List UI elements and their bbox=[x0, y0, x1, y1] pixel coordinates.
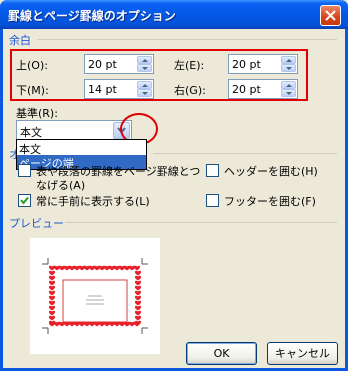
footer-checkbox[interactable] bbox=[206, 194, 219, 207]
basis-combobox[interactable]: 本文 bbox=[16, 120, 132, 140]
header-checkbox[interactable] bbox=[206, 164, 219, 177]
heart-mark bbox=[134, 270, 142, 276]
heart-mark bbox=[48, 285, 56, 291]
heart-mark bbox=[48, 315, 56, 321]
right-margin-label: 右(G): bbox=[174, 84, 206, 97]
right-margin-down-button[interactable] bbox=[281, 89, 296, 97]
window-title: 罫線とページ罫線のオプション bbox=[8, 9, 176, 23]
bottom-margin-up-button[interactable] bbox=[137, 81, 152, 89]
always-front-label: 常に手前に表示する(L) bbox=[36, 195, 150, 208]
left-margin-up-button[interactable] bbox=[281, 56, 296, 64]
heart-mark bbox=[48, 290, 56, 296]
basis-label: 基準(R): bbox=[16, 107, 58, 120]
bottom-margin-down-button[interactable] bbox=[137, 89, 152, 97]
top-margin-spinner[interactable]: 20 pt bbox=[84, 54, 154, 74]
heart-mark bbox=[134, 300, 142, 306]
left-margin-value[interactable]: 20 pt bbox=[232, 58, 261, 71]
top-margin-label: 上(O): bbox=[16, 59, 48, 72]
page-border-preview bbox=[42, 258, 148, 334]
basis-option-body[interactable]: 本文 bbox=[17, 141, 146, 156]
left-margin-spinner[interactable]: 20 pt bbox=[228, 54, 298, 74]
bottom-margin-spinner[interactable]: 14 pt bbox=[84, 79, 154, 99]
preview-pane bbox=[30, 238, 160, 354]
heart-mark bbox=[134, 290, 142, 296]
bottom-margin-value[interactable]: 14 pt bbox=[88, 83, 117, 96]
top-margin-value[interactable]: 20 pt bbox=[88, 58, 117, 71]
left-margin-down-button[interactable] bbox=[281, 64, 296, 72]
top-margin-down-button[interactable] bbox=[137, 64, 152, 72]
top-margin-up-button[interactable] bbox=[137, 56, 152, 64]
dialog-client: 余白 上(O): 20 pt 左(E): 20 pt 下(M): 14 pt 右… bbox=[3, 29, 345, 368]
heart-mark bbox=[133, 265, 141, 271]
heart-mark bbox=[134, 305, 142, 311]
heart-mark bbox=[134, 295, 142, 301]
options-group-divider bbox=[153, 153, 337, 154]
heart-mark bbox=[134, 275, 142, 281]
heart-mark bbox=[48, 275, 56, 281]
ok-button[interactable]: OK bbox=[186, 342, 257, 365]
cancel-button[interactable]: キャンセル bbox=[267, 342, 338, 365]
heart-mark bbox=[48, 305, 56, 311]
preview-group-title: プレビュー bbox=[9, 217, 64, 230]
close-icon bbox=[325, 10, 336, 21]
right-margin-up-button[interactable] bbox=[281, 81, 296, 89]
always-front-checkbox[interactable] bbox=[18, 194, 31, 207]
footer-label: フッターを囲む(F) bbox=[224, 195, 316, 208]
left-margin-label: 左(E): bbox=[174, 59, 205, 72]
margins-group-title: 余白 bbox=[9, 34, 31, 47]
surround-label-line2: なげる(A) bbox=[36, 179, 86, 192]
heart-mark bbox=[48, 300, 56, 306]
right-margin-value[interactable]: 20 pt bbox=[232, 83, 261, 96]
close-button[interactable] bbox=[320, 5, 341, 26]
heart-mark bbox=[134, 310, 142, 316]
heart-mark bbox=[134, 285, 142, 291]
heart-mark bbox=[48, 280, 56, 286]
right-margin-spinner[interactable]: 20 pt bbox=[228, 79, 298, 99]
dialog-window: 罫線とページ罫線のオプション 余白 上(O): 20 pt 左(E): 20 p… bbox=[0, 0, 348, 371]
heart-mark bbox=[48, 295, 56, 301]
header-label: ヘッダーを囲む(H) bbox=[224, 165, 318, 178]
bottom-margin-label: 下(M): bbox=[16, 84, 49, 97]
basis-selected-value[interactable]: 本文 bbox=[20, 124, 42, 140]
surround-checkbox[interactable] bbox=[18, 164, 31, 177]
title-bar[interactable]: 罫線とページ罫線のオプション bbox=[0, 0, 348, 29]
heart-mark bbox=[134, 280, 142, 286]
margins-group-divider bbox=[37, 39, 337, 40]
heart-mark bbox=[48, 310, 56, 316]
heart-mark bbox=[48, 270, 56, 276]
preview-group-divider bbox=[65, 222, 337, 223]
heart-mark bbox=[134, 315, 142, 321]
checkmark-icon bbox=[20, 196, 29, 205]
